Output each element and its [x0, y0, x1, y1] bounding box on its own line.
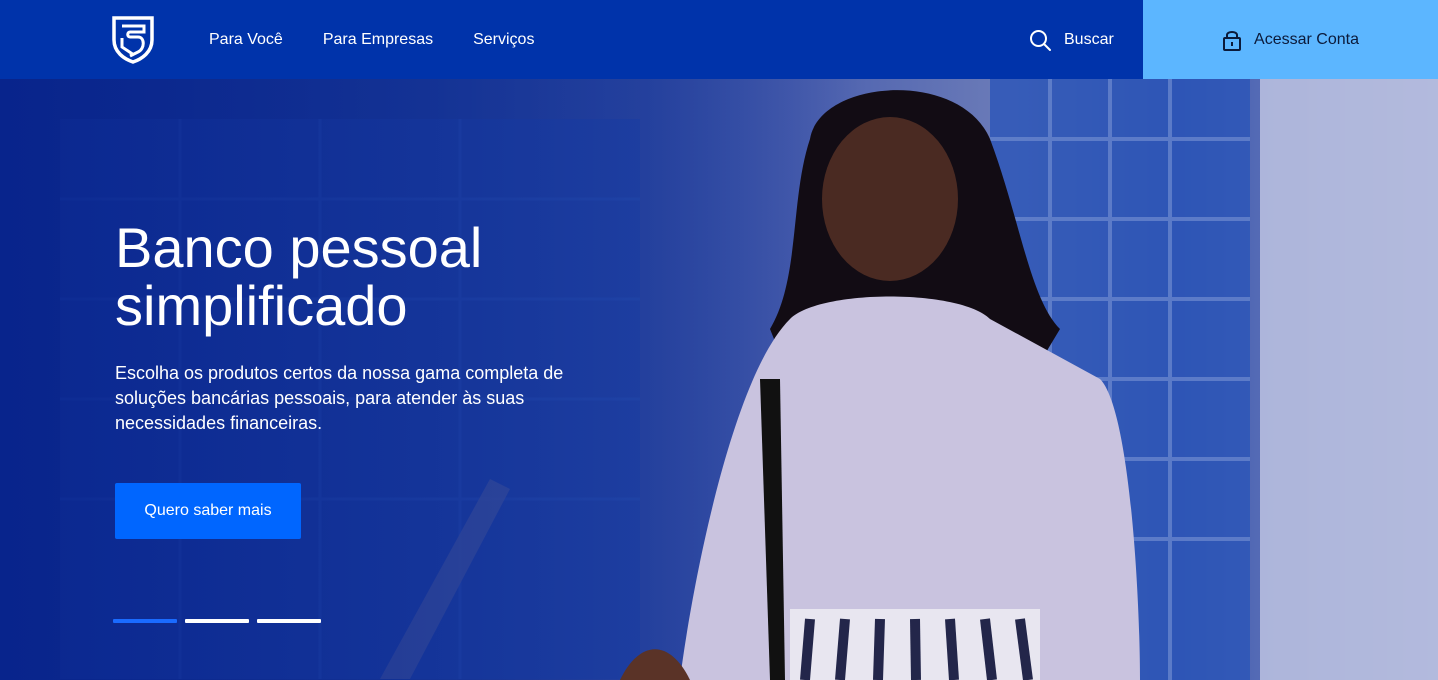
main-nav: Para Você Para Empresas Serviços: [209, 0, 574, 79]
carousel-indicator-3[interactable]: [257, 619, 321, 623]
hero-person-image: [620, 90, 1140, 680]
carousel-indicators: [113, 619, 329, 623]
hero-description: Escolha os produtos certos da nossa gama…: [115, 363, 564, 433]
nav-item-servicos[interactable]: Serviços: [473, 31, 534, 49]
top-navbar: Para Você Para Empresas Serviços Buscar …: [0, 0, 1438, 79]
nav-item-para-voce[interactable]: Para Você: [209, 31, 283, 49]
carousel-indicator-1[interactable]: [113, 619, 177, 623]
hero-banner: Banco pessoal simplificado Escolha os pr…: [0, 79, 1438, 680]
learn-more-button[interactable]: Quero saber mais: [115, 483, 301, 539]
logo-shield-icon[interactable]: [110, 14, 156, 64]
login-label: Acessar Conta: [1254, 30, 1359, 48]
search-button[interactable]: Buscar: [1028, 0, 1114, 79]
nav-item-para-empresas[interactable]: Para Empresas: [323, 31, 433, 49]
lock-icon: [1223, 30, 1242, 51]
search-icon: [1030, 29, 1051, 51]
carousel-indicator-2[interactable]: [185, 619, 249, 623]
login-button[interactable]: Acessar Conta: [1143, 0, 1438, 79]
search-label: Buscar: [1064, 30, 1114, 48]
hero-title: Banco pessoal simplificado: [115, 216, 483, 337]
